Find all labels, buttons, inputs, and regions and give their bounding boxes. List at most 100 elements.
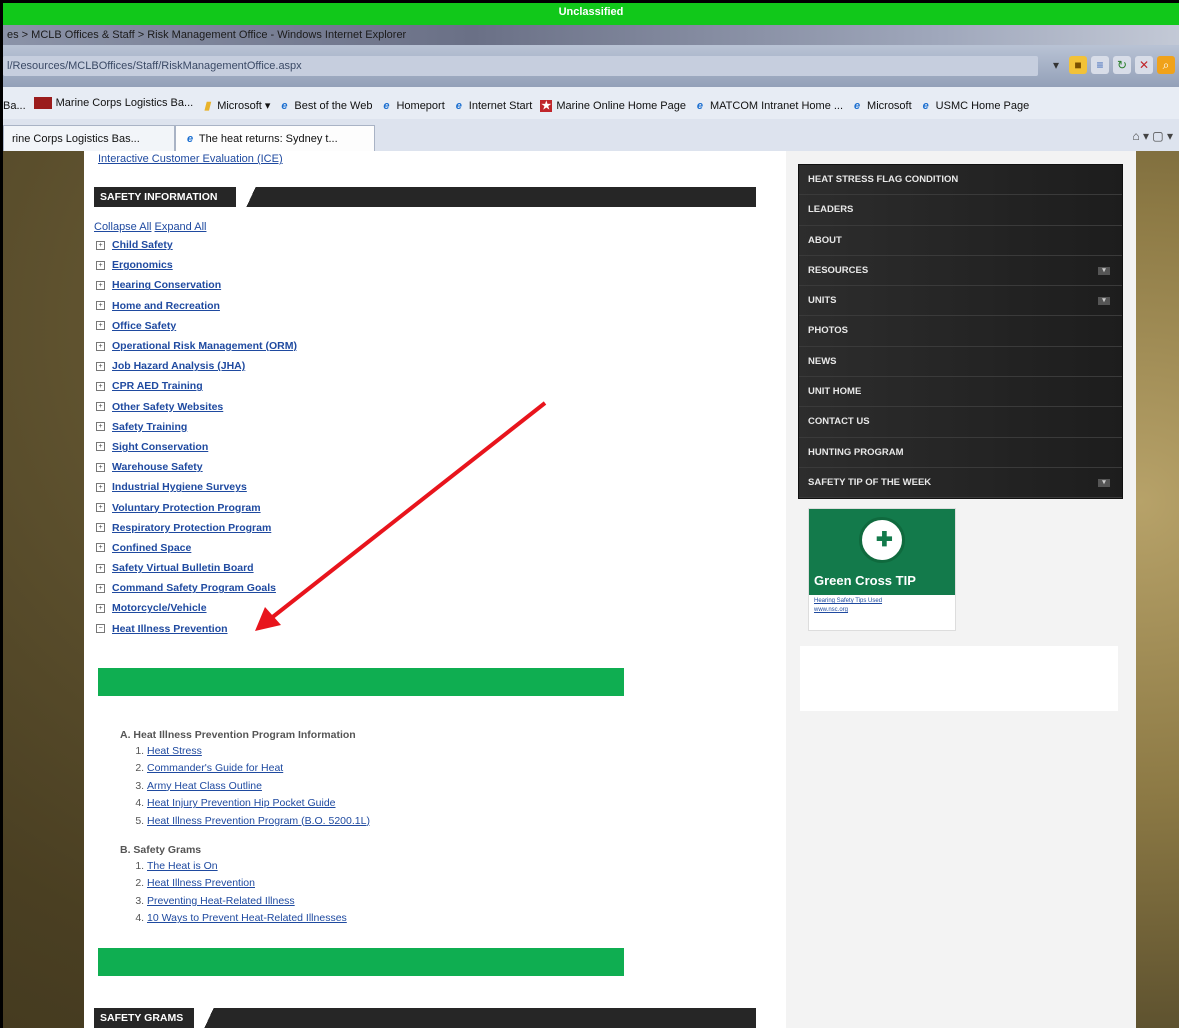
ice-link[interactable]: Interactive Customer Evaluation (ICE) [98, 153, 283, 165]
nav-item[interactable]: ABOUT [799, 225, 1122, 256]
safety-topic-link[interactable]: Office Safety [112, 320, 176, 332]
safety-topic-link[interactable]: CPR AED Training [112, 380, 203, 392]
nav-item[interactable]: PHOTOS [799, 316, 1122, 347]
safety-topic-link[interactable]: Operational Risk Management (ORM) [112, 340, 297, 352]
expand-icon[interactable]: + [96, 482, 105, 492]
safety-topic-link[interactable]: Safety Virtual Bulletin Board [112, 562, 254, 574]
expand-arrow-icon[interactable]: ▾ [1098, 297, 1110, 306]
ie-icon: e [281, 100, 288, 112]
safety-topic-link[interactable]: Ergonomics [112, 259, 173, 271]
dropdown-icon[interactable]: ▾ [1047, 56, 1065, 74]
expand-icon[interactable]: + [96, 402, 105, 412]
nav-item[interactable]: NEWS [799, 346, 1122, 378]
expand-icon[interactable]: + [96, 321, 105, 331]
nav-item[interactable]: HEAT STRESS FLAG CONDITION [799, 165, 1122, 196]
expand-icon[interactable]: + [96, 301, 105, 311]
safety-topic-link[interactable]: Child Safety [112, 239, 173, 251]
resource-link[interactable]: 10 Ways to Prevent Heat-Related Illnesse… [147, 912, 347, 924]
expand-icon[interactable]: + [96, 260, 105, 270]
lock-icon[interactable]: ■ [1069, 56, 1087, 74]
resource-link[interactable]: Preventing Heat-Related Illness [147, 895, 295, 907]
safety-list-item: + Home and Recreation [96, 296, 496, 316]
expand-icon[interactable]: + [96, 361, 105, 371]
nav-item[interactable]: LEADERS [799, 195, 1122, 226]
expand-arrow-icon[interactable]: ▾ [1098, 478, 1110, 487]
safety-topic-link[interactable]: Other Safety Websites [112, 401, 223, 413]
expand-icon[interactable]: + [96, 422, 105, 432]
ie-icon: e [455, 100, 462, 112]
safety-list-item: + Job Hazard Analysis (JHA) [96, 356, 496, 376]
tab-marine-corps[interactable]: rine Corps Logistics Bas... [3, 125, 175, 151]
expand-icon[interactable]: + [96, 603, 105, 613]
main-column: Interactive Customer Evaluation (ICE) SA… [84, 151, 786, 1028]
expand-icon[interactable]: + [96, 523, 105, 533]
resource-link[interactable]: Heat Illness Prevention [147, 877, 255, 889]
expand-all-link[interactable]: Expand All [154, 221, 206, 233]
favorite-link[interactable]: e Microsoft [851, 90, 912, 119]
expand-icon[interactable]: + [96, 442, 105, 452]
favorite-link[interactable]: e Best of the Web [278, 90, 372, 119]
safety-topic-link[interactable]: Industrial Hygiene Surveys [112, 481, 247, 493]
safety-list-item: + Ergonomics [96, 255, 496, 275]
expand-icon[interactable]: + [96, 503, 105, 513]
resource-link[interactable]: Commander's Guide for Heat [147, 762, 283, 774]
search-icon[interactable]: ⌕ [1157, 56, 1175, 74]
collapse-icon[interactable]: − [96, 624, 105, 634]
favorite-link[interactable]: e USMC Home Page [920, 90, 1030, 119]
nav-item[interactable]: UNITS ▾ [799, 286, 1122, 317]
collapse-all-link[interactable]: Collapse All [94, 221, 151, 233]
nav-item[interactable]: SAFETY TIP OF THE WEEK ▾ [799, 467, 1122, 499]
green-cross-caption[interactable]: Hearing Safety Tips Used www.nsc.org [814, 597, 882, 615]
resource-link[interactable]: Army Heat Class Outline [147, 780, 262, 792]
favorite-link[interactable]: e MATCOM Intranet Home ... [694, 90, 843, 119]
expand-icon[interactable]: + [96, 381, 105, 391]
expand-icon[interactable]: + [96, 543, 105, 553]
safety-topic-link[interactable]: Job Hazard Analysis (JHA) [112, 360, 245, 372]
favorite-label: Microsoft [867, 100, 912, 112]
safety-topic-link[interactable]: Warehouse Safety [112, 461, 203, 473]
expand-icon[interactable]: + [96, 280, 105, 290]
nav-item-label: PHOTOS [808, 325, 848, 337]
nav-item[interactable]: HUNTING PROGRAM [799, 437, 1122, 468]
command-bar-icons[interactable]: ⌂ ▾ ▢ ▾ [1132, 129, 1173, 143]
browser-window: Unclassified es > MCLB Offices & Staff >… [3, 3, 1179, 1028]
favorite-link[interactable]: ▮ Microsoft ▾ [201, 90, 270, 119]
stop-icon[interactable]: ✕ [1135, 56, 1153, 74]
safety-list-item: + Motorcycle/Vehicle [96, 598, 496, 618]
safety-topic-link[interactable]: Respiratory Protection Program [112, 522, 271, 534]
address-input[interactable]: l/Resources/MCLBOffices/Staff/RiskManage… [3, 56, 1038, 76]
tab-heat-returns[interactable]: e The heat returns: Sydney t... [175, 125, 375, 151]
safety-topic-link[interactable]: Motorcycle/Vehicle [112, 602, 207, 614]
expand-arrow-icon[interactable]: ▾ [1098, 266, 1110, 275]
safety-topic-link[interactable]: Confined Space [112, 542, 191, 554]
expand-icon[interactable]: + [96, 563, 105, 573]
expand-icon[interactable]: + [96, 462, 105, 472]
expand-icon[interactable]: + [96, 240, 105, 250]
nav-item-label: CONTACT US [808, 416, 870, 428]
expand-icon[interactable]: + [96, 341, 105, 351]
favorite-link[interactable]: Ba... [3, 90, 26, 119]
nav-item[interactable]: CONTACT US [799, 407, 1122, 438]
safety-topic-link[interactable]: Command Safety Program Goals [112, 582, 276, 594]
safety-list-item: − Heat Illness Prevention [96, 619, 496, 639]
resource-link[interactable]: Heat Injury Prevention Hip Pocket Guide [147, 797, 336, 809]
safety-topic-link[interactable]: Hearing Conservation [112, 279, 221, 291]
expand-icon[interactable]: + [96, 583, 105, 593]
favorite-link[interactable]: ★ Marine Online Home Page [540, 90, 686, 119]
resource-link[interactable]: Heat Stress [147, 745, 202, 757]
safety-topic-link[interactable]: Voluntary Protection Program [112, 502, 261, 514]
favorite-link[interactable]: e Internet Start [453, 90, 533, 119]
safety-topic-link[interactable]: Safety Training [112, 421, 187, 433]
green-cross-tip[interactable]: ✚ Green Cross TIP Hearing Safety Tips Us… [808, 508, 956, 631]
compatibility-icon[interactable]: ≡ [1091, 56, 1109, 74]
resource-link[interactable]: The Heat is On [147, 860, 218, 872]
safety-topic-link[interactable]: Home and Recreation [112, 300, 220, 312]
safety-topic-link[interactable]: Sight Conservation [112, 441, 208, 453]
safety-topic-link[interactable]: Heat Illness Prevention [112, 623, 228, 635]
nav-item[interactable]: RESOURCES ▾ [799, 255, 1122, 287]
favorite-link[interactable]: e Homeport [380, 90, 444, 119]
nav-item[interactable]: UNIT HOME [799, 377, 1122, 408]
resource-link[interactable]: Heat Illness Prevention Program (B.O. 52… [147, 815, 370, 827]
refresh-icon[interactable]: ↻ [1113, 56, 1131, 74]
favorite-link[interactable]: Marine Corps Logistics Ba... [33, 87, 193, 119]
